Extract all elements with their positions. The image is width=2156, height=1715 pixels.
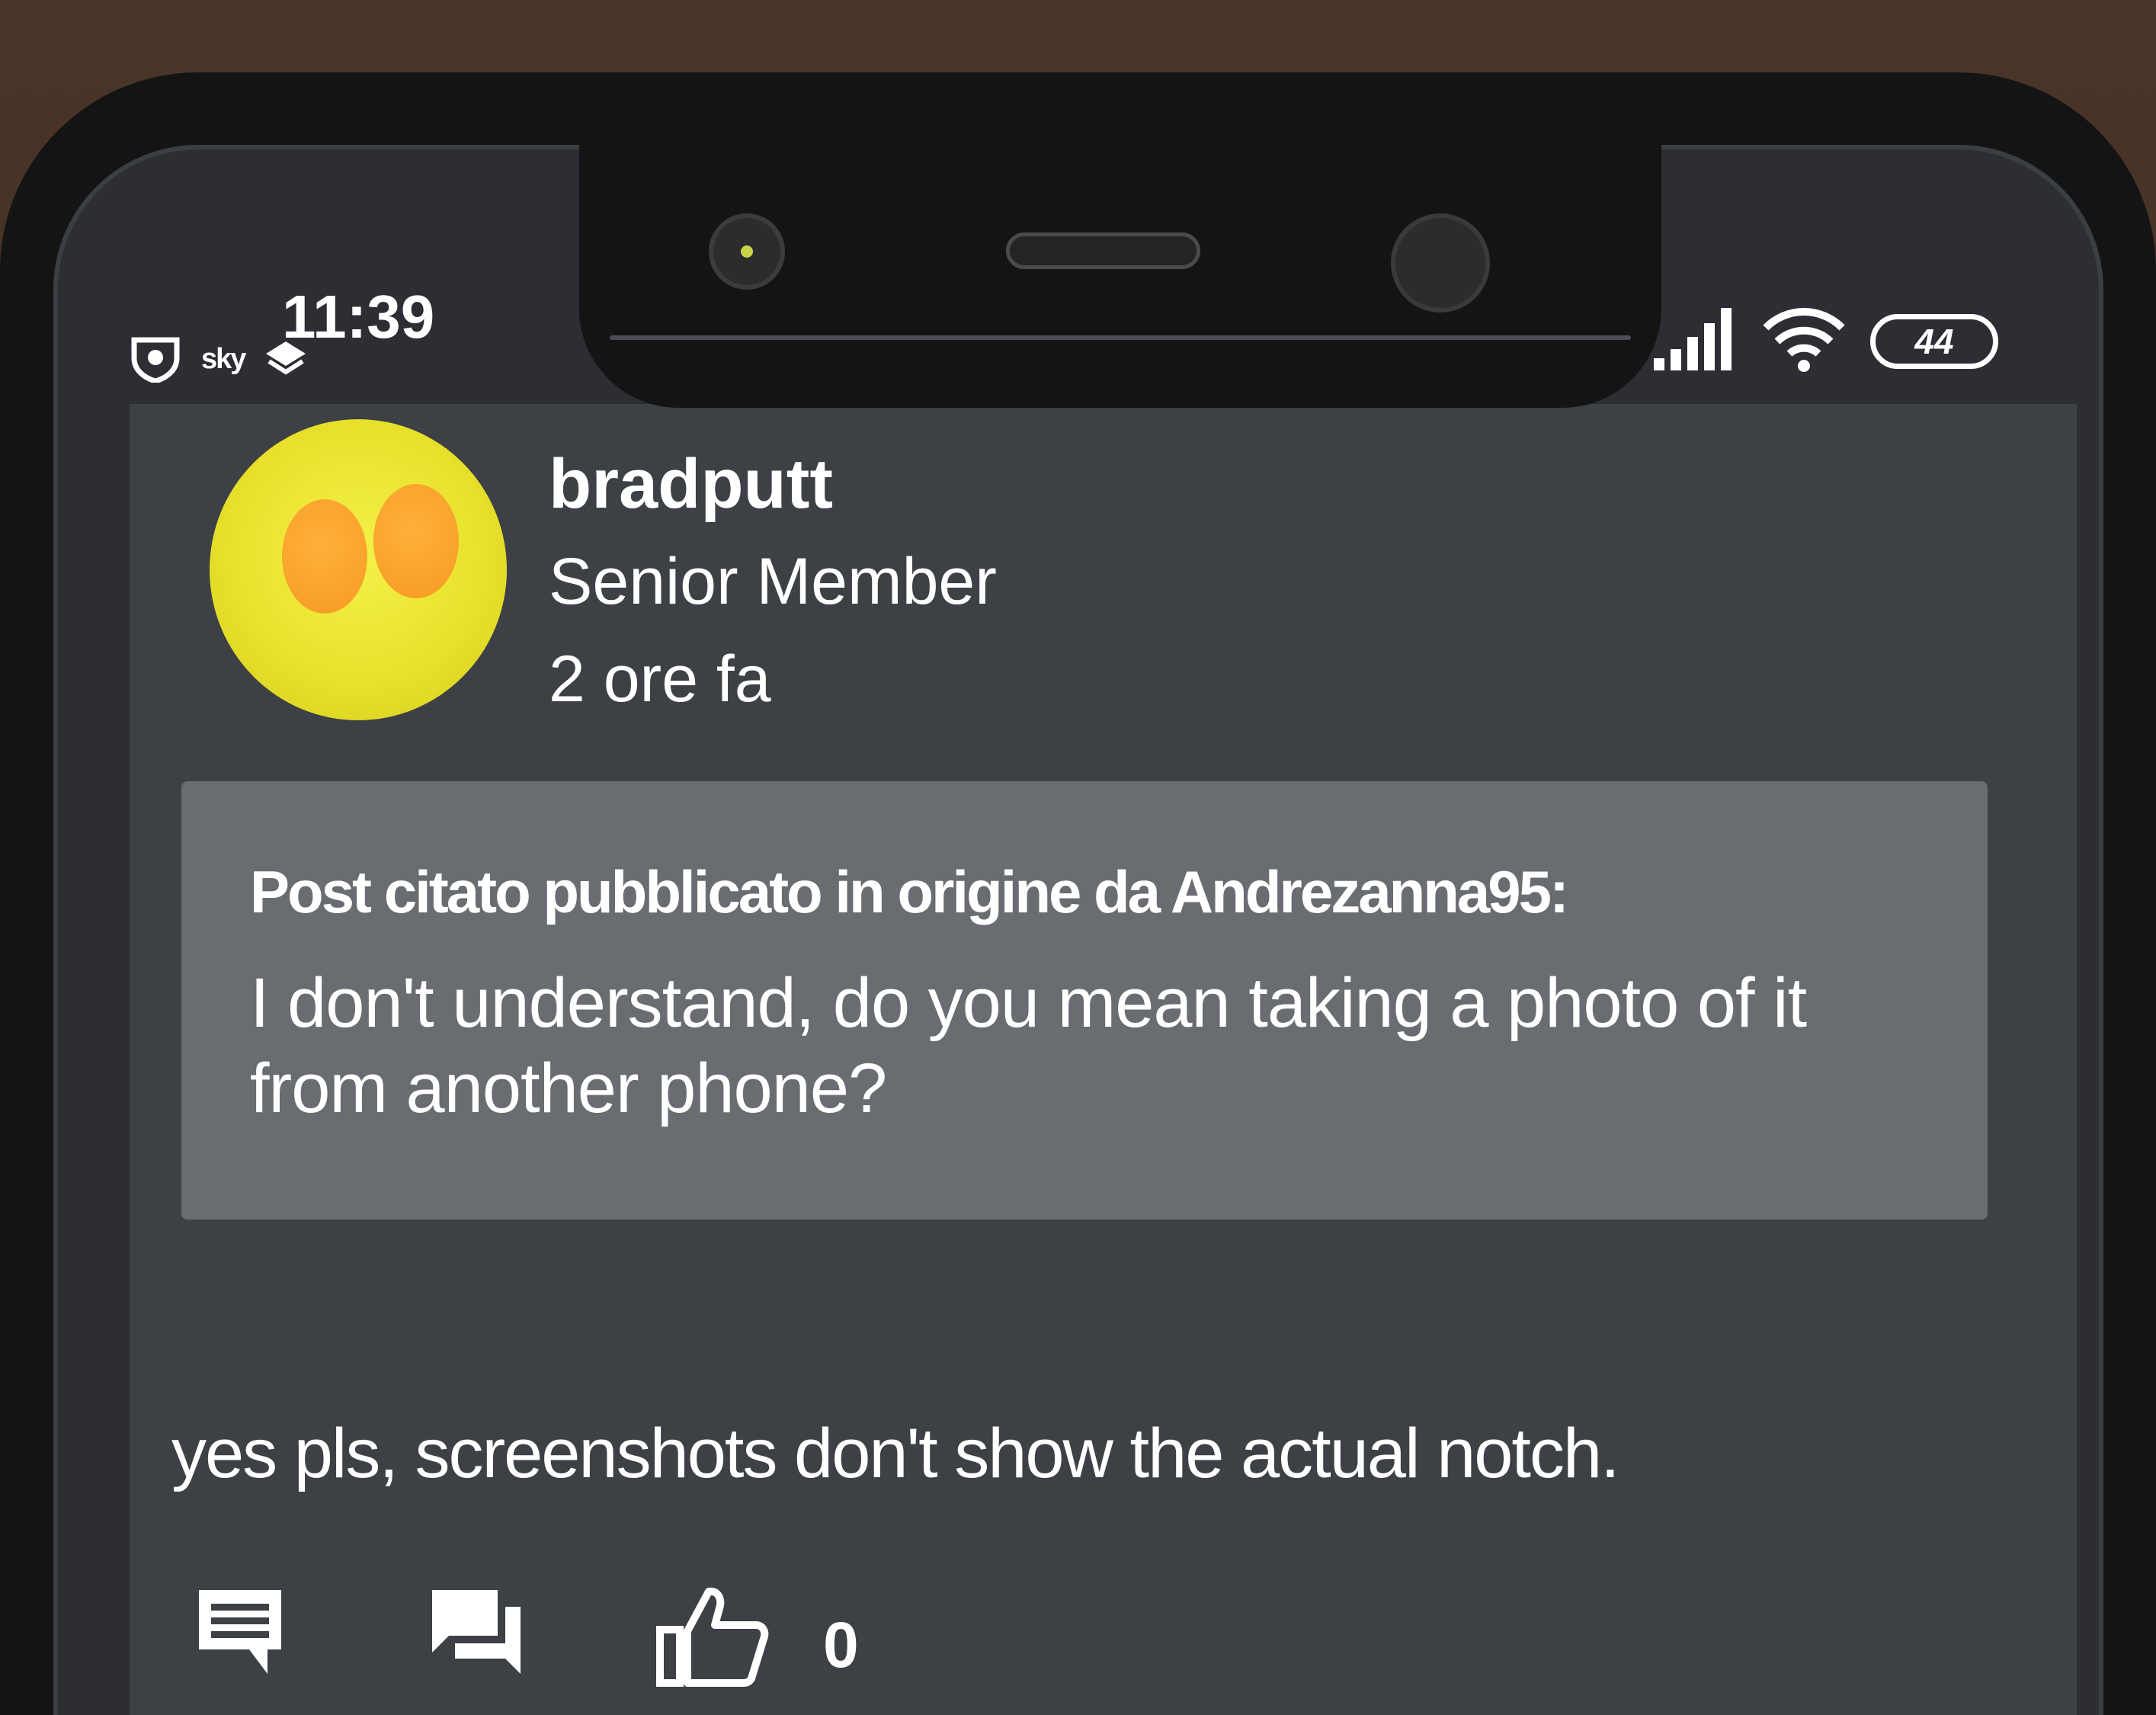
reply-chat-icon[interactable]: [429, 1585, 524, 1681]
avatar-yolk-right: [373, 484, 459, 598]
post-timestamp: 2 ore fa: [549, 643, 771, 716]
shield-notification-icon: [130, 335, 181, 383]
avatar-yolk-left: [282, 499, 367, 614]
proximity-sensor: [1391, 213, 1490, 313]
sky-sport-logo: sky: [201, 343, 246, 375]
author-avatar[interactable]: [210, 419, 507, 720]
status-right-icons: 44: [1654, 305, 1998, 377]
wifi-icon: [1762, 305, 1846, 377]
notification-icons: sky: [130, 335, 307, 383]
quote-attribution: Post citato pubblicato in origine da And…: [250, 858, 1569, 925]
post-body: yes pls, screenshots don't show the actu…: [171, 1415, 1620, 1492]
author-username[interactable]: bradputt: [549, 446, 997, 522]
post-author-info: bradputt Senior Member 2 ore fa: [549, 446, 997, 717]
earpiece-speaker: [1006, 232, 1200, 269]
front-camera: [709, 213, 785, 290]
notch-edge: [610, 335, 1631, 340]
comment-icon[interactable]: [194, 1585, 286, 1681]
quoted-post: Post citato pubblicato in origine da And…: [181, 781, 1988, 1220]
thumbs-up-icon[interactable]: [655, 1585, 770, 1692]
battery-indicator: 44: [1870, 313, 1998, 369]
layers-notification-icon: [264, 340, 307, 378]
quote-text: I don't understand, do you mean taking a…: [250, 964, 1807, 1127]
signal-strength-icon: [1654, 308, 1738, 374]
like-count: 0: [823, 1609, 859, 1681]
author-role: Senior Member: [549, 545, 997, 618]
photo-stage: 11:39 sky 44 bradputt Senior Member 2 or…: [0, 0, 2156, 1715]
